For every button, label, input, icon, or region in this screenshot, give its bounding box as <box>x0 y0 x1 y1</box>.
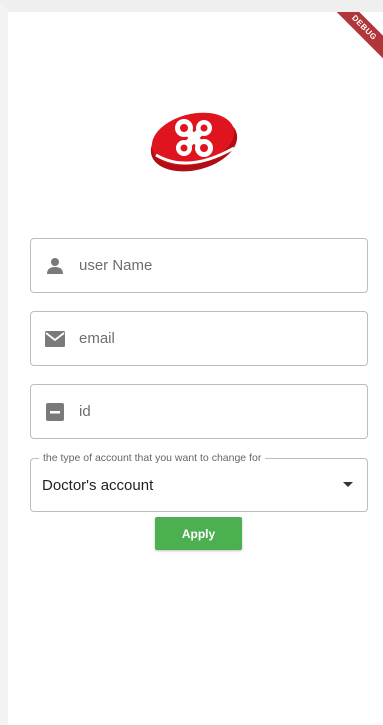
account-type-selected: Doctor's account <box>42 477 154 494</box>
username-field[interactable]: user Name <box>30 238 368 293</box>
id-input-text: id <box>79 403 91 420</box>
person-icon <box>45 256 65 276</box>
email-input-text: email <box>79 330 115 347</box>
mail-icon <box>45 329 65 349</box>
dropdown-arrow-icon <box>343 482 353 487</box>
id-card-icon <box>45 402 65 422</box>
email-field[interactable]: email <box>30 311 368 366</box>
username-input-text: user Name <box>79 257 153 274</box>
account-type-dropdown[interactable]: the type of account that you want to cha… <box>30 452 368 512</box>
account-type-label: the type of account that you want to cha… <box>39 452 266 464</box>
debug-banner: DEBUG <box>326 12 383 66</box>
apply-button[interactable]: Apply <box>155 517 242 550</box>
id-field[interactable]: id <box>30 384 368 439</box>
app-logo <box>150 112 238 172</box>
app-screen: DEBUG user Name email id the type of acc… <box>0 0 383 725</box>
